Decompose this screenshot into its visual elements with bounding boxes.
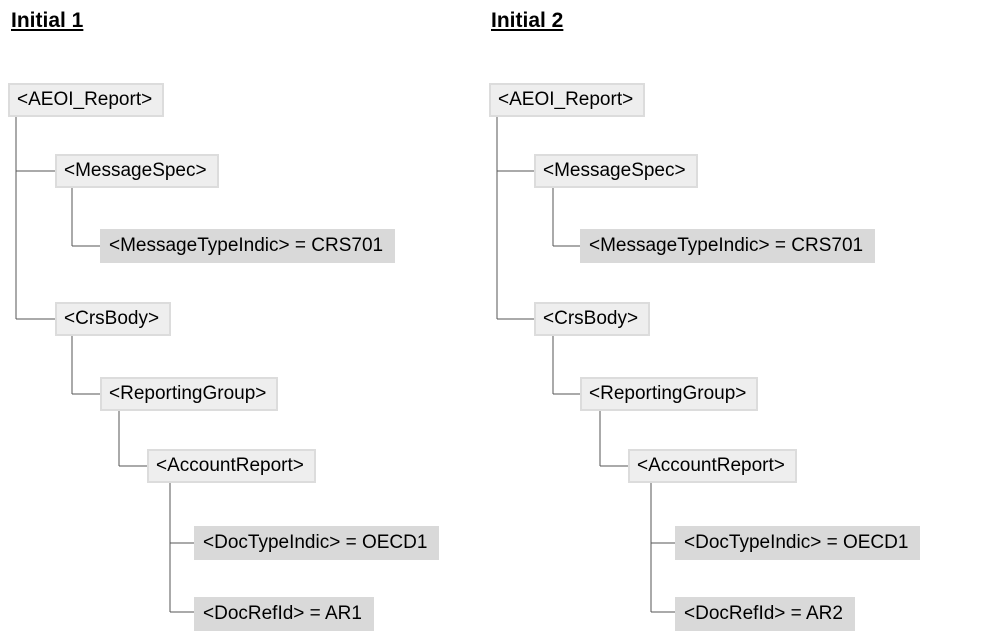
node-message-spec: <MessageSpec> xyxy=(534,154,698,188)
node-crs-body: <CrsBody> xyxy=(534,302,651,336)
node-doc-type-indic: <DocTypeIndic> = OECD1 xyxy=(675,526,921,560)
node-message-spec: <MessageSpec> xyxy=(55,154,219,188)
node-doc-ref-id: <DocRefId> = AR1 xyxy=(194,597,374,631)
node-crs-body: <CrsBody> xyxy=(55,302,172,336)
node-doc-type-indic: <DocTypeIndic> = OECD1 xyxy=(194,526,440,560)
node-account-report: <AccountReport> xyxy=(147,449,316,483)
node-reporting-group: <ReportingGroup> xyxy=(580,377,759,411)
node-reporting-group: <ReportingGroup> xyxy=(100,377,279,411)
tree-initial-2: Initial 2 <AEOI_Report> <MessageSpec> <M… xyxy=(480,0,960,631)
node-doc-ref-id: <DocRefId> = AR2 xyxy=(675,597,855,631)
tree-initial-1: Initial 1 <AEOI_Report> <MessageSpec> <M… xyxy=(0,0,480,631)
node-message-type-indic: <MessageTypeIndic> = CRS701 xyxy=(580,229,876,263)
node-message-type-indic: <MessageTypeIndic> = CRS701 xyxy=(100,229,396,263)
node-aeoi-report: <AEOI_Report> xyxy=(8,83,165,117)
node-aeoi-report: <AEOI_Report> xyxy=(489,83,646,117)
node-account-report: <AccountReport> xyxy=(628,449,797,483)
